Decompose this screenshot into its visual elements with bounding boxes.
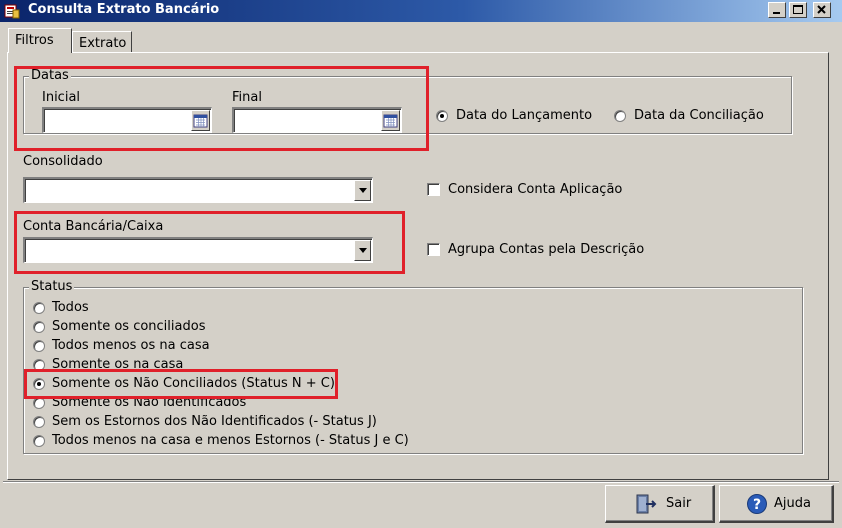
- status-option-label: Todos: [52, 300, 89, 315]
- exit-door-icon: [636, 494, 657, 514]
- help-question-icon: ?: [747, 494, 767, 514]
- status-radio-nao-conciliados[interactable]: [33, 378, 45, 390]
- sair-button[interactable]: Sair: [605, 485, 715, 523]
- ajuda-label: Ajuda: [774, 496, 811, 511]
- calendar-icon: [383, 114, 398, 128]
- datas-legend: Datas: [29, 68, 71, 83]
- tab-filtros[interactable]: Filtros: [8, 28, 72, 53]
- radio-data-conciliacao[interactable]: [614, 110, 626, 122]
- close-button[interactable]: [813, 2, 831, 18]
- inicial-label: Inicial: [42, 90, 81, 105]
- conta-dropdown-button[interactable]: [354, 240, 371, 261]
- conta-label: Conta Bancária/Caixa: [23, 219, 164, 234]
- close-icon: [817, 5, 826, 14]
- data-conciliacao-label: Data da Conciliação: [634, 108, 764, 123]
- status-radio-todos[interactable]: [33, 302, 45, 314]
- tab-extrato-label: Extrato: [79, 36, 127, 51]
- status-radio-conciliados[interactable]: [33, 321, 45, 333]
- status-option-label: Somente os conciliados: [52, 319, 206, 334]
- status-radio-todos-menos-estornos[interactable]: [33, 435, 45, 447]
- minimize-button[interactable]: [768, 2, 786, 18]
- window-title: Consulta Extrato Bancário: [28, 2, 220, 17]
- calendar-icon: [193, 114, 208, 128]
- agrupa-contas-label: Agrupa Contas pela Descrição: [448, 242, 645, 257]
- sair-label: Sair: [666, 496, 692, 511]
- status-option-label: Somente os Não Identificados: [52, 395, 247, 410]
- radio-data-lancamento[interactable]: [436, 110, 448, 122]
- final-label: Final: [232, 90, 262, 105]
- considera-conta-aplicacao-checkbox[interactable]: [427, 183, 440, 196]
- bottom-separator: [3, 481, 839, 483]
- inicial-date-field[interactable]: [42, 107, 212, 133]
- status-option-label: Todos menos na casa e menos Estornos (- …: [52, 433, 409, 448]
- ajuda-button[interactable]: ? Ajuda: [719, 485, 834, 523]
- status-option-label: Todos menos os na casa: [52, 338, 210, 353]
- status-legend: Status: [29, 279, 75, 294]
- chevron-down-icon: [359, 188, 367, 193]
- tab-extrato[interactable]: Extrato: [72, 31, 132, 53]
- maximize-icon: [793, 5, 803, 14]
- data-lancamento-label: Data do Lançamento: [456, 108, 593, 123]
- status-option-label: Somente os na casa: [52, 357, 184, 372]
- app-icon: [4, 3, 20, 19]
- tab-filtros-label: Filtros: [15, 33, 54, 48]
- final-calendar-button[interactable]: [381, 110, 400, 131]
- status-radio-todos-menos-na-casa[interactable]: [33, 340, 45, 352]
- final-date-field[interactable]: [232, 107, 402, 133]
- conta-combobox[interactable]: [23, 237, 373, 263]
- chevron-down-icon: [359, 248, 367, 253]
- agrupa-contas-checkbox[interactable]: [427, 243, 440, 256]
- status-radio-nao-identificados[interactable]: [33, 397, 45, 409]
- consolidado-label: Consolidado: [23, 154, 103, 169]
- svg-text:?: ?: [753, 497, 761, 513]
- status-option-label: Somente os Não Conciliados (Status N + C…: [52, 376, 335, 391]
- minimize-icon: [773, 12, 780, 14]
- maximize-button[interactable]: [789, 2, 807, 18]
- status-radio-na-casa[interactable]: [33, 359, 45, 371]
- consolidado-dropdown-button[interactable]: [354, 180, 371, 201]
- consolidado-combobox[interactable]: [23, 177, 373, 203]
- status-radio-sem-estornos[interactable]: [33, 416, 45, 428]
- inicial-calendar-button[interactable]: [191, 110, 210, 131]
- status-option-label: Sem os Estornos dos Não Identificados (-…: [52, 414, 377, 429]
- considera-conta-aplicacao-label: Considera Conta Aplicação: [448, 182, 623, 197]
